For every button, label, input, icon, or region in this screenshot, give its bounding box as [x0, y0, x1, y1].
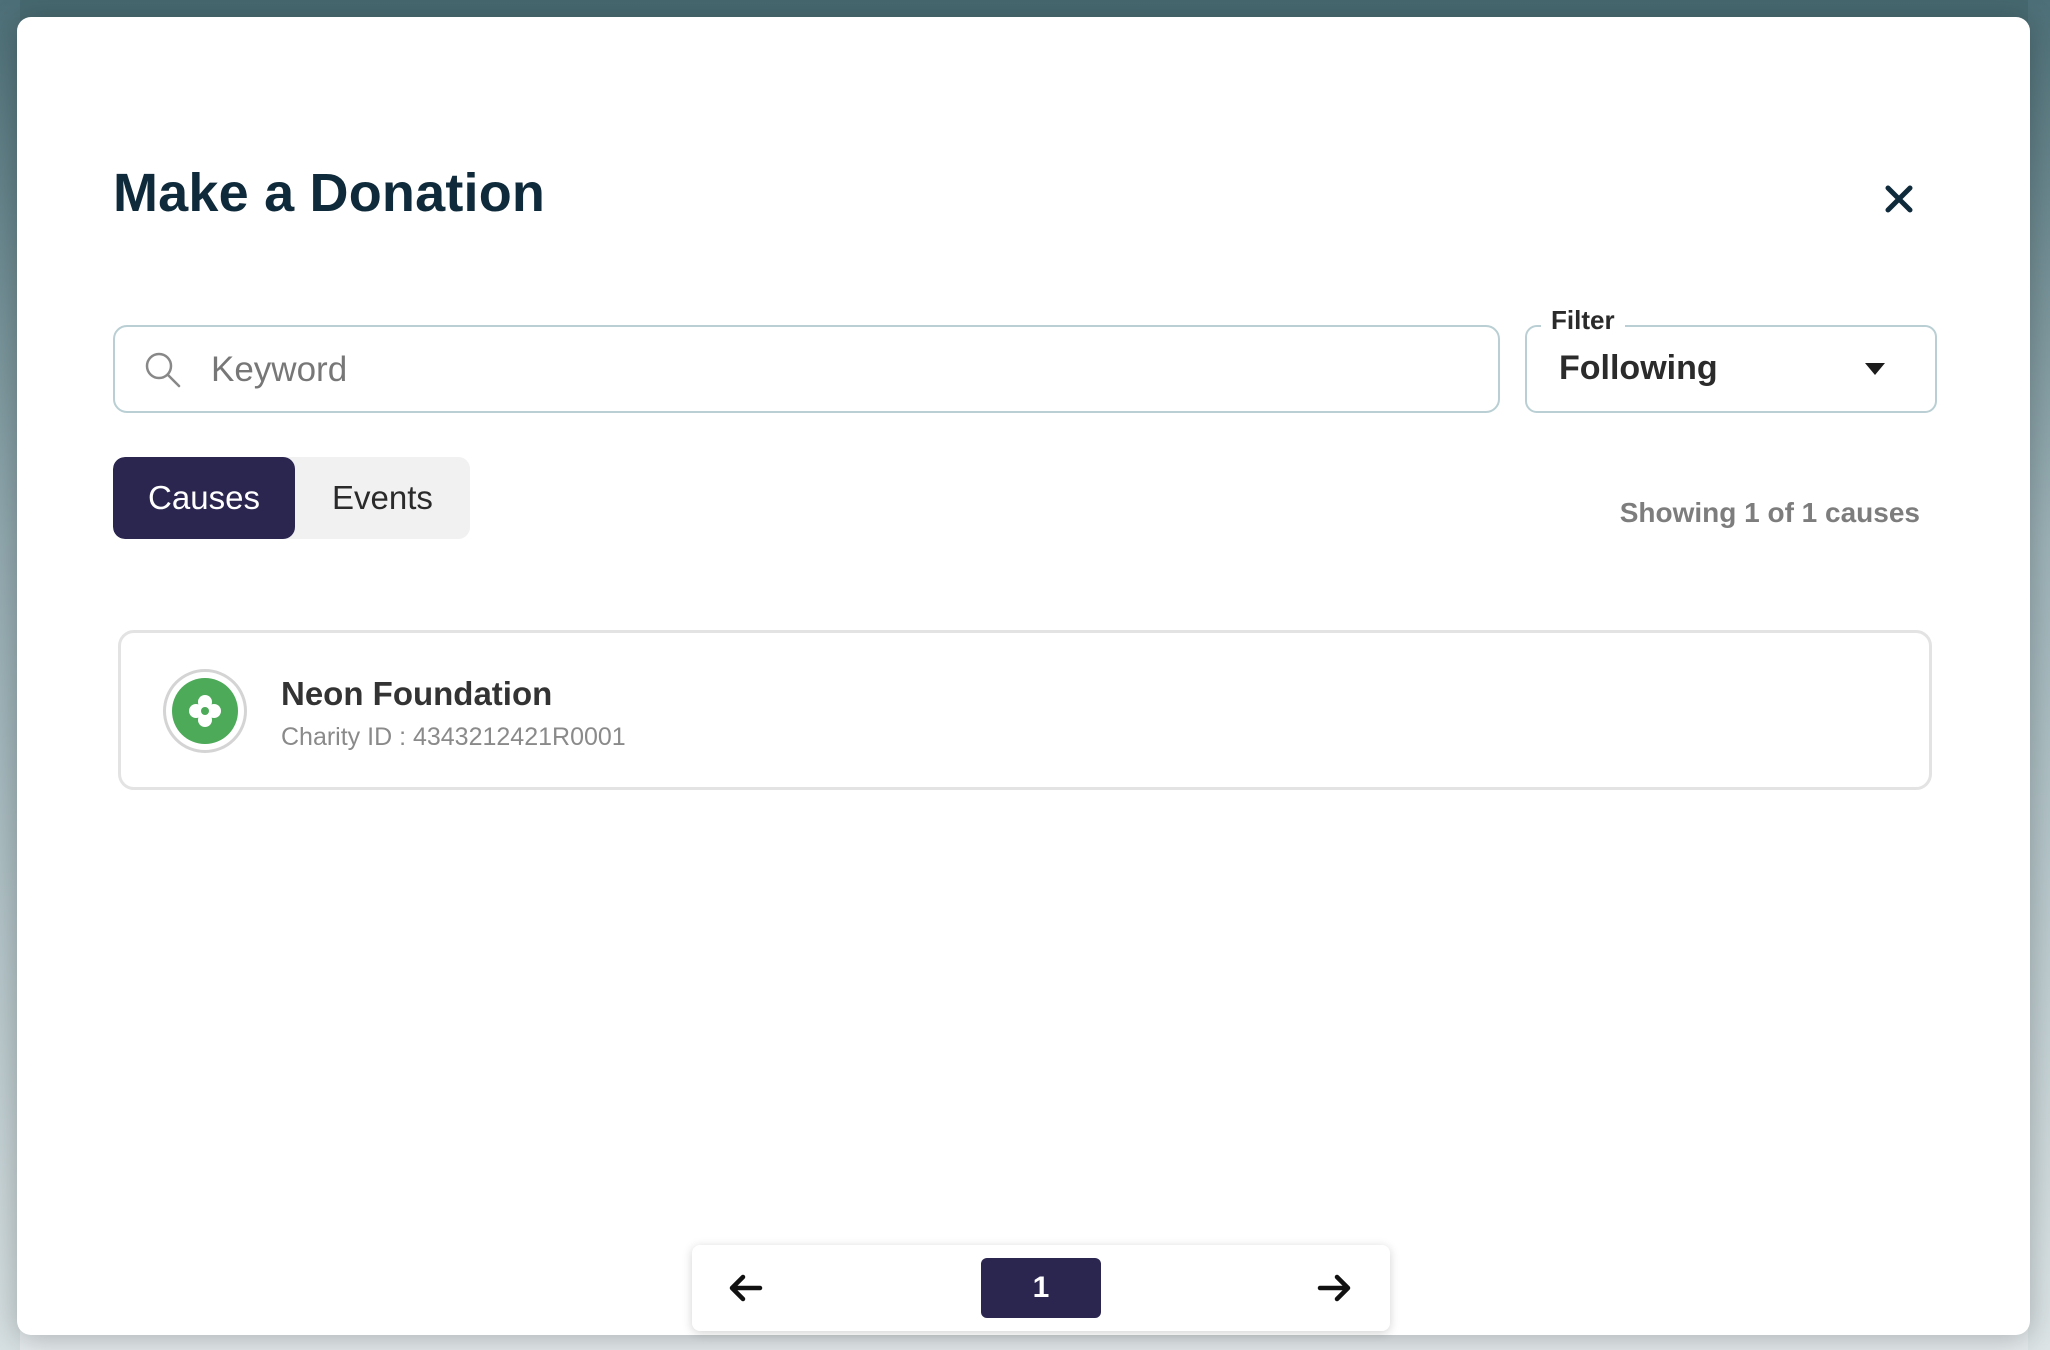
next-page-button[interactable]: [1312, 1265, 1358, 1311]
cause-logo: [163, 669, 247, 753]
cause-charity-id: Charity ID : 4343212421R0001: [281, 723, 626, 751]
cause-name: Neon Foundation: [281, 675, 553, 712]
clover-icon: [189, 695, 221, 727]
donation-modal: Make a Donation Filter Following Causes …: [17, 17, 2030, 1335]
close-icon: [1885, 185, 1913, 213]
results-summary: Showing 1 of 1 causes: [1619, 497, 1920, 528]
tab-causes[interactable]: Causes: [113, 457, 295, 539]
arrow-right-icon: [1317, 1274, 1351, 1302]
tab-switcher: Causes Events: [113, 457, 470, 539]
tab-events[interactable]: Events: [295, 457, 470, 539]
pagination: 1: [692, 1245, 1390, 1331]
cause-card[interactable]: Neon Foundation Charity ID : 4343212421R…: [118, 630, 1932, 790]
arrow-left-icon: [729, 1274, 763, 1302]
filter-selected-value: Following: [1559, 349, 1718, 387]
background-page-right: [2028, 0, 2050, 1350]
search-icon: [145, 352, 181, 388]
filter-dropdown[interactable]: Filter Following: [1525, 305, 1937, 413]
page-number-current[interactable]: 1: [981, 1258, 1101, 1318]
filter-label: Filter: [1541, 305, 1625, 336]
caret-down-icon: [1865, 363, 1885, 375]
close-button[interactable]: [1877, 177, 1921, 221]
previous-page-button[interactable]: [722, 1265, 768, 1311]
modal-title: Make a Donation: [113, 163, 546, 223]
search-field[interactable]: [113, 325, 1500, 413]
search-input[interactable]: [211, 339, 1481, 401]
